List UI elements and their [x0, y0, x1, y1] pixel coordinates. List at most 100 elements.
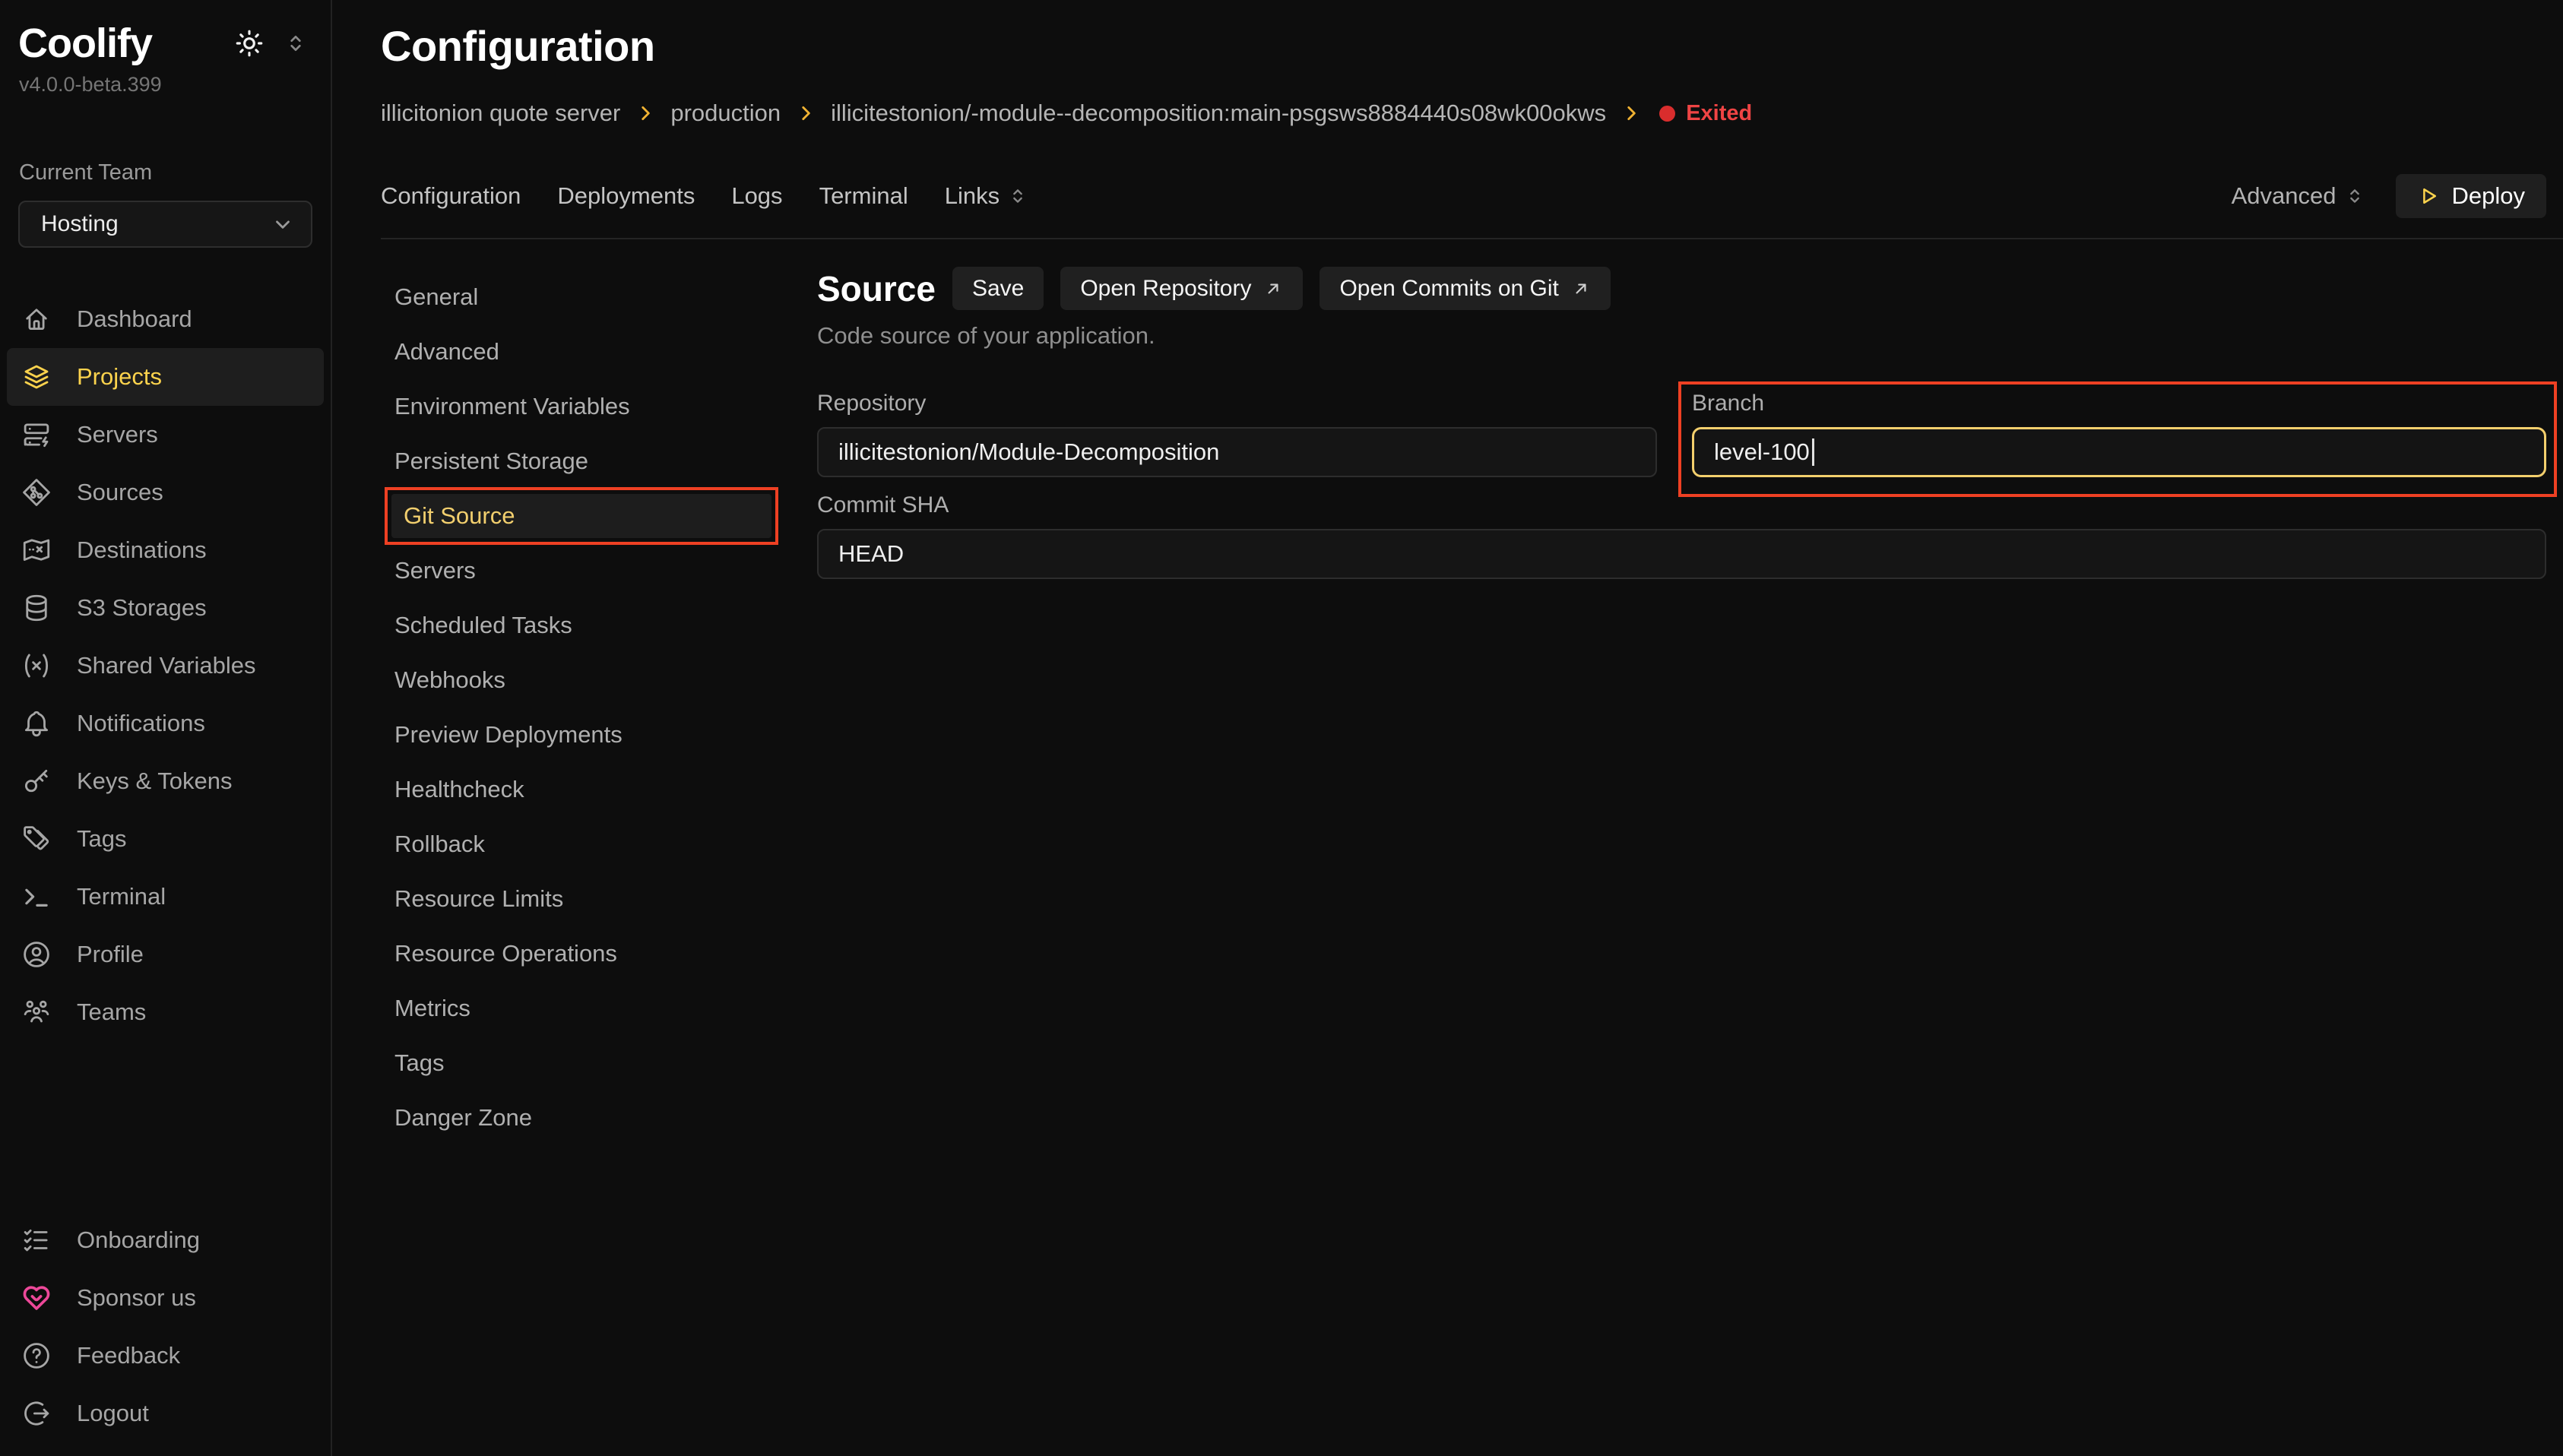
deploy-button[interactable]: Deploy [2396, 174, 2547, 218]
sidebar-item-label: Notifications [77, 710, 205, 737]
sidebar-item-label: Onboarding [77, 1227, 200, 1254]
sidebar-item-feedback[interactable]: Feedback [7, 1327, 324, 1385]
user-icon [21, 938, 52, 970]
sidebar-item-sponsor[interactable]: Sponsor us [7, 1269, 324, 1327]
tab-configuration[interactable]: Configuration [381, 182, 521, 210]
sidebar-item-s3-storages[interactable]: S3 Storages [7, 579, 324, 637]
commit-sha-input[interactable]: HEAD [817, 529, 2546, 579]
subnav-item-metrics[interactable]: Metrics [391, 981, 817, 1036]
chevron-right-icon [796, 103, 816, 123]
sidebar-item-label: Shared Variables [77, 652, 256, 679]
sidebar-item-projects[interactable]: Projects [7, 348, 324, 406]
source-heading: Source [817, 268, 936, 309]
app-logo: Coolify [18, 20, 152, 67]
subnav-item-rollback[interactable]: Rollback [391, 817, 817, 872]
subnav-item-advanced[interactable]: Advanced [391, 324, 817, 379]
open-commits-label: Open Commits on Git [1339, 276, 1558, 302]
chevron-updown-icon [284, 31, 308, 55]
layers-icon [21, 361, 52, 393]
subnav-item-preview-deployments[interactable]: Preview Deployments [391, 707, 817, 762]
tags-icon [21, 823, 52, 855]
branch-input[interactable]: level-100 [1692, 427, 2546, 477]
chevron-right-icon [635, 103, 655, 123]
branch-value: level-100 [1714, 438, 1810, 466]
logout-icon [21, 1397, 52, 1429]
sidebar-item-label: Projects [77, 363, 162, 391]
logo-row: Coolify [0, 20, 331, 67]
tab-logs[interactable]: Logs [731, 182, 782, 210]
repository-value: illicitestonion/Module-Decomposition [838, 438, 1219, 466]
breadcrumb-application[interactable]: illicitestonion/-module--decomposition:m… [831, 100, 1606, 127]
sidebar-item-terminal[interactable]: Terminal [7, 868, 324, 926]
breadcrumb-project[interactable]: illicitonion quote server [381, 100, 620, 127]
current-team-label: Current Team [0, 160, 331, 185]
tab-terminal[interactable]: Terminal [819, 182, 908, 210]
chevron-updown-icon [2344, 185, 2365, 207]
external-link-icon [1263, 279, 1283, 299]
subnav-item-healthcheck[interactable]: Healthcheck [391, 762, 817, 817]
subnav-item-servers[interactable]: Servers [391, 543, 817, 598]
commit-sha-label: Commit SHA [817, 492, 2546, 518]
chevron-down-icon [271, 213, 294, 236]
branch-label: Branch [1692, 391, 2546, 416]
sidebar-item-label: Sponsor us [77, 1284, 196, 1312]
subnav-item-persistent-storage[interactable]: Persistent Storage [391, 434, 817, 489]
sidebar-item-dashboard[interactable]: Dashboard [7, 290, 324, 348]
team-icon [21, 996, 52, 1028]
sun-icon [233, 27, 265, 59]
sidebar-item-profile[interactable]: Profile [7, 926, 324, 983]
advanced-menu[interactable]: Advanced [2232, 182, 2365, 210]
subnav-item-git-source[interactable]: Git Source [391, 494, 771, 538]
open-commits-button[interactable]: Open Commits on Git [1320, 267, 1610, 310]
subnav-item-general[interactable]: General [391, 270, 817, 324]
app-root: Coolify v4.0.0-beta.399 Current Team Hos… [0, 0, 2563, 1456]
heart-hands-icon [21, 1282, 52, 1314]
status-badge: Exited [1659, 101, 1752, 126]
status-dot-icon [1659, 106, 1675, 122]
sidebar-item-destinations[interactable]: Destinations [7, 521, 324, 579]
help-icon [21, 1340, 52, 1372]
map-icon [21, 534, 52, 566]
sidebar-collapse-button[interactable] [284, 31, 308, 55]
sidebar-item-tags[interactable]: Tags [7, 810, 324, 868]
subnav-item-danger-zone[interactable]: Danger Zone [391, 1090, 817, 1145]
status-label: Exited [1686, 101, 1752, 126]
chevron-right-icon [1621, 103, 1641, 123]
bell-icon [21, 707, 52, 739]
sidebar-item-label: S3 Storages [77, 594, 207, 622]
breadcrumb-environment[interactable]: production [670, 100, 781, 127]
team-select[interactable]: Hosting [18, 201, 312, 248]
repository-input[interactable]: illicitestonion/Module-Decomposition [817, 427, 1657, 477]
sidebar-item-label: Sources [77, 479, 163, 506]
sidebar-nav: Dashboard Projects Servers Sources Desti… [0, 290, 331, 1041]
subnav-item-tags[interactable]: Tags [391, 1036, 817, 1090]
save-button[interactable]: Save [952, 267, 1044, 310]
sidebar-item-onboarding[interactable]: Onboarding [7, 1211, 324, 1269]
sidebar-item-keys-tokens[interactable]: Keys & Tokens [7, 752, 324, 810]
sidebar-item-shared-variables[interactable]: Shared Variables [7, 637, 324, 695]
sidebar-item-servers[interactable]: Servers [7, 406, 324, 464]
tab-bar: Configuration Deployments Logs Terminal … [381, 174, 2563, 218]
tab-deployments[interactable]: Deployments [557, 182, 695, 210]
theme-toggle-button[interactable] [233, 27, 265, 59]
sidebar-item-teams[interactable]: Teams [7, 983, 324, 1041]
git-source-panel: Source Save Open Repository Open Commits… [817, 239, 2563, 1456]
sidebar-item-label: Dashboard [77, 305, 192, 333]
open-repository-button[interactable]: Open Repository [1060, 267, 1303, 310]
subnav-item-scheduled-tasks[interactable]: Scheduled Tasks [391, 598, 817, 653]
tab-links[interactable]: Links [945, 182, 1028, 210]
sidebar-item-logout[interactable]: Logout [7, 1385, 324, 1442]
commit-sha-value: HEAD [838, 540, 904, 568]
sidebar-item-sources[interactable]: Sources [7, 464, 324, 521]
git-source-icon [21, 476, 52, 508]
subnav-item-resource-operations[interactable]: Resource Operations [391, 926, 817, 981]
subnav-item-resource-limits[interactable]: Resource Limits [391, 872, 817, 926]
deploy-label: Deploy [2452, 182, 2526, 210]
checklist-icon [21, 1224, 52, 1256]
sidebar-item-label: Profile [77, 941, 144, 968]
subnav-item-webhooks[interactable]: Webhooks [391, 653, 817, 707]
sidebar-item-notifications[interactable]: Notifications [7, 695, 324, 752]
config-subnav: General Advanced Environment Variables P… [381, 239, 817, 1456]
sidebar-item-label: Keys & Tokens [77, 768, 232, 795]
subnav-item-environment-variables[interactable]: Environment Variables [391, 379, 817, 434]
